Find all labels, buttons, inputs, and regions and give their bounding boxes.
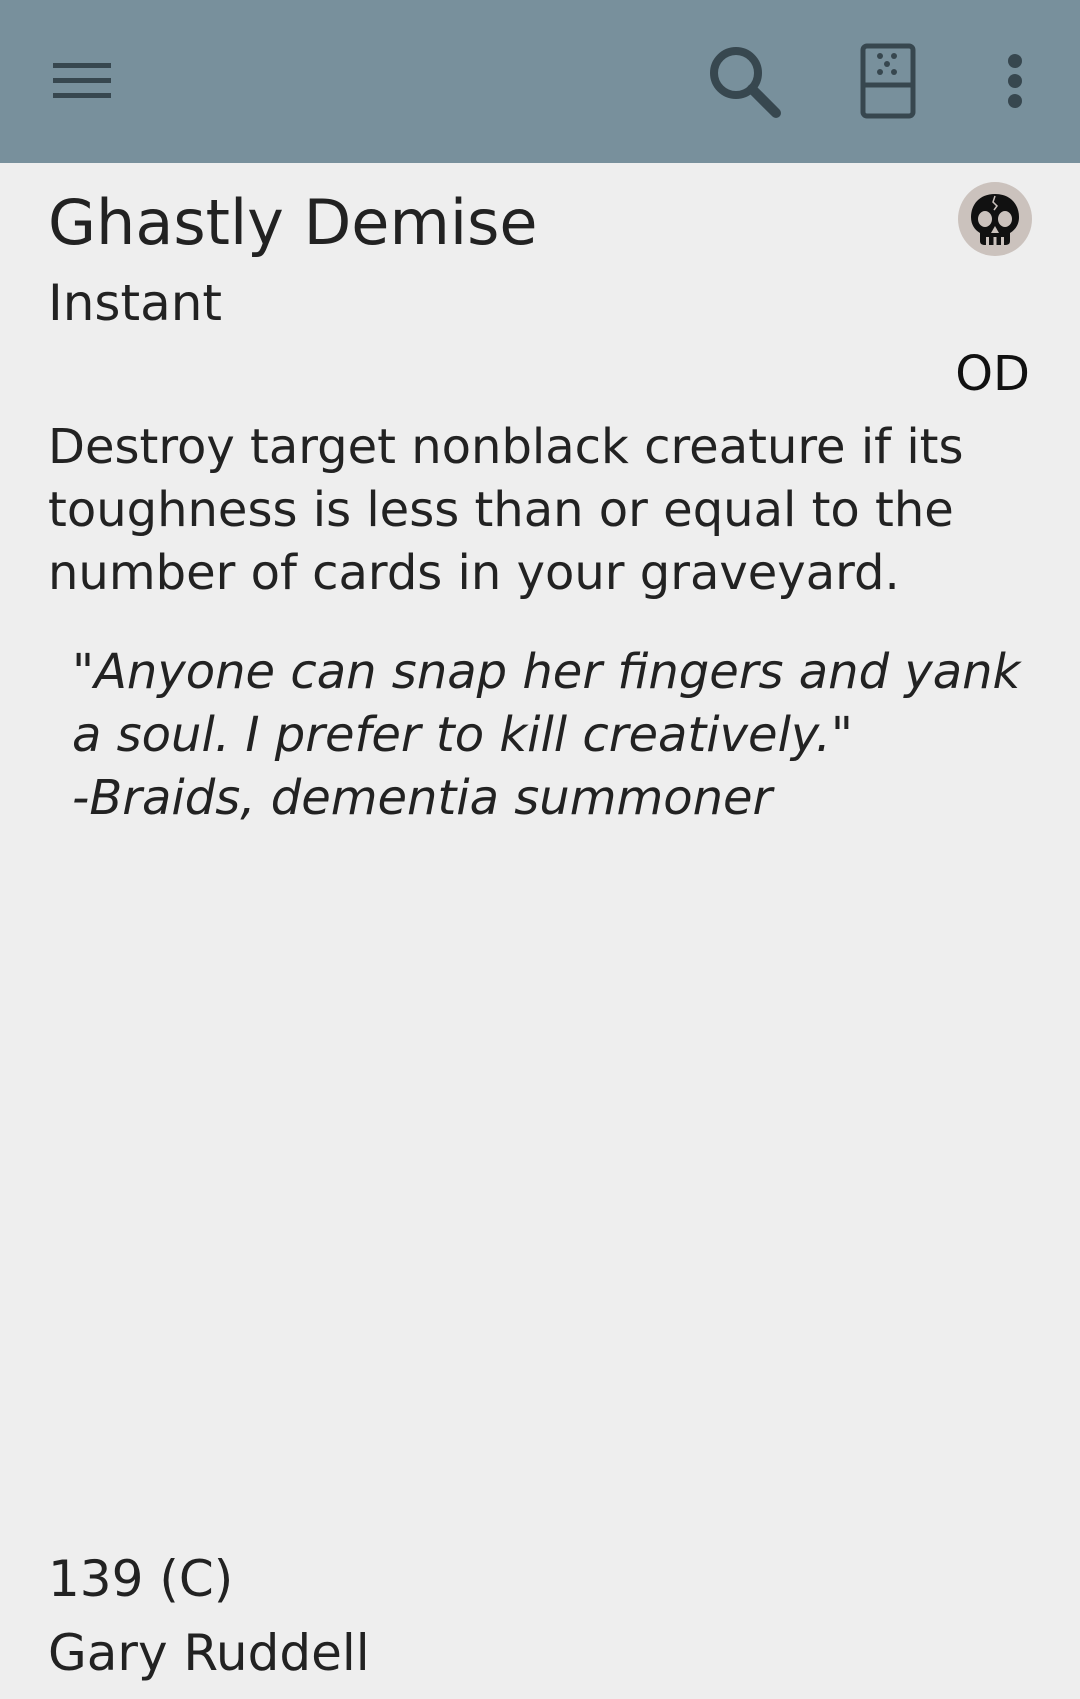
menu-button[interactable]	[28, 26, 138, 136]
flavor-line: a soul. I prefer to kill creatively."	[72, 707, 853, 763]
flavor-text: "Anyone can snap her fingers and yank a …	[72, 641, 1032, 830]
more-vert-icon	[1008, 54, 1022, 108]
random-card-button[interactable]	[833, 26, 943, 136]
set-code: OD	[955, 346, 1030, 402]
rules-text: Destroy target nonblack creature if its …	[48, 419, 964, 601]
flavor-line: "Anyone can snap her fingers and yank	[72, 644, 1021, 700]
card-type: Instant	[48, 274, 223, 332]
black-mana-skull-icon	[958, 182, 1032, 256]
random-card-icon	[860, 43, 916, 119]
flavor-line: -Braids, dementia summoner	[72, 770, 773, 826]
app-toolbar	[0, 0, 1080, 163]
collector-number: 139 (C)	[48, 1550, 234, 1608]
search-icon	[710, 47, 781, 118]
artist-name: Gary Ruddell	[48, 1624, 370, 1682]
more-options-button[interactable]	[960, 26, 1070, 136]
search-button[interactable]	[689, 26, 799, 136]
card-name: Ghastly Demise	[48, 186, 538, 259]
menu-icon	[53, 63, 111, 98]
